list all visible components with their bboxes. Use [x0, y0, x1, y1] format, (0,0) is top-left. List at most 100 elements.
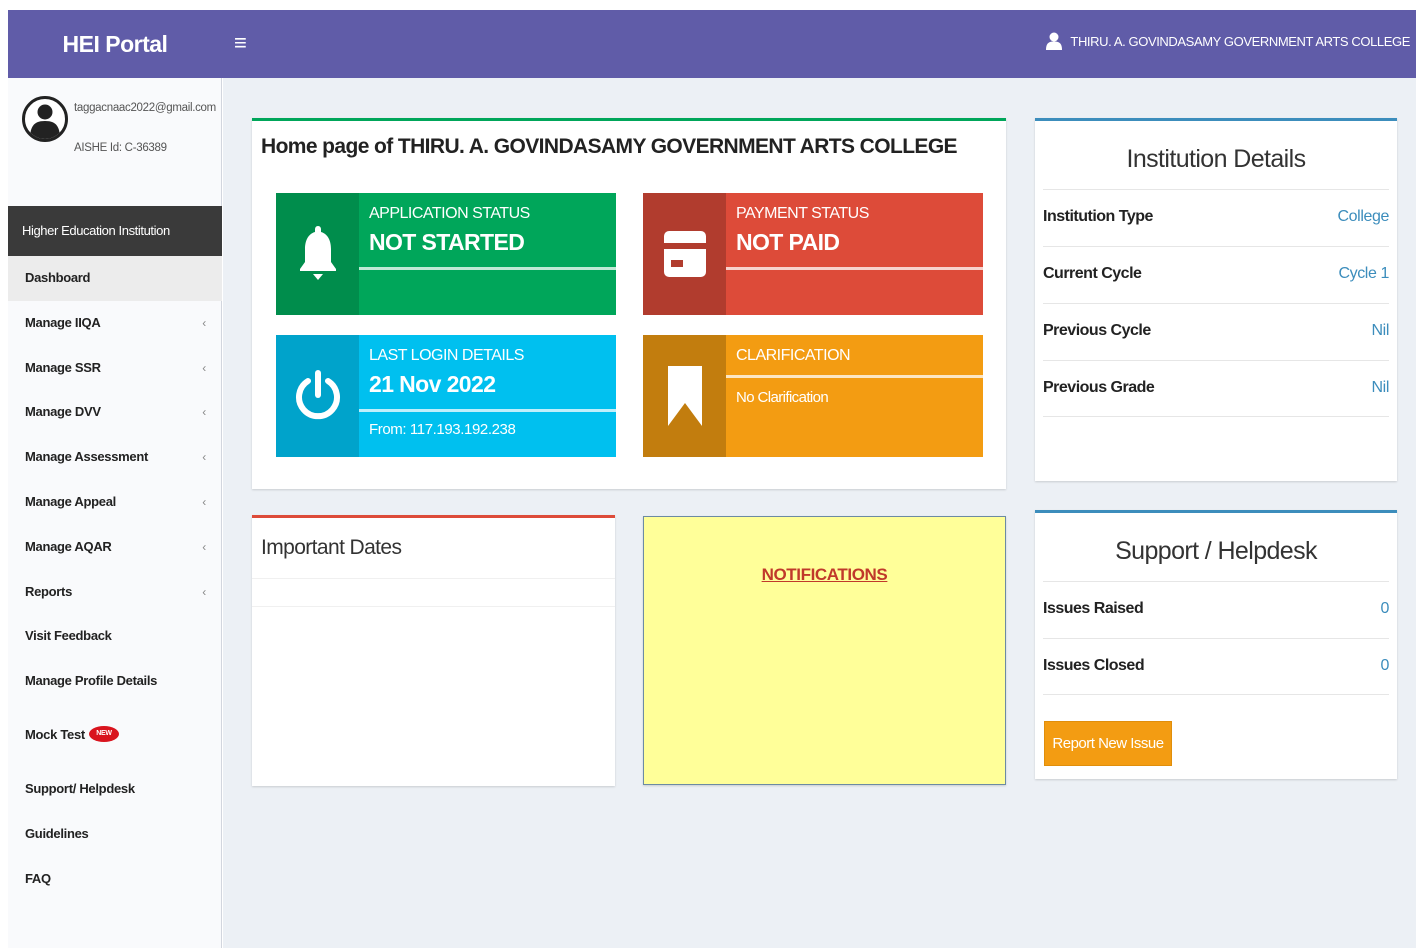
notifications-link[interactable]: NOTIFICATIONS: [644, 565, 1005, 585]
sidebar-item-mock-test[interactable]: Mock Test NEW: [8, 704, 222, 766]
sidebar-item-manage-appeal[interactable]: Manage Appeal ‹: [8, 480, 222, 525]
application-status-value: NOT STARTED: [369, 229, 525, 255]
user-panel: taggacnaac2022@gmail.com AISHE Id: C-363…: [8, 78, 222, 204]
detail-row: Current Cycle Cycle 1: [1043, 246, 1389, 303]
avatar: [22, 96, 68, 142]
detail-value: Nil: [1371, 322, 1390, 339]
home-panel: Home page of THIRU. A. GOVINDASAMY GOVER…: [252, 118, 1006, 489]
detail-value: Cycle 1: [1338, 265, 1389, 282]
chevron-left-icon: ‹: [202, 315, 206, 330]
user-menu[interactable]: THIRU. A. GOVINDASAMY GOVERNMENT ARTS CO…: [1046, 32, 1410, 50]
sidebar-item-dashboard[interactable]: Dashboard: [8, 256, 222, 301]
sidebar-section-header: Higher Education Institution: [8, 206, 222, 256]
progress-bar: [359, 267, 616, 270]
sidebar-item-faq[interactable]: FAQ: [8, 857, 222, 902]
detail-value: Nil: [1371, 379, 1390, 396]
sidebar-item-label: Manage Profile Details: [25, 673, 158, 689]
sidebar-menu: Dashboard Manage IIQA ‹ Manage SSR ‹ Manag…: [8, 256, 222, 902]
user-aishe-id: AISHE Id: C-36389: [74, 142, 167, 154]
sidebar-item-manage-dvv[interactable]: Manage DVV ‹: [8, 390, 222, 435]
support-helpdesk-title: Support / Helpdesk: [1115, 537, 1317, 565]
sidebar-item-manage-ssr[interactable]: Manage SSR ‹: [8, 346, 222, 391]
top-navbar: HEI Portal ≡ THIRU. A. GOVINDASAMY GOVER…: [8, 10, 1416, 78]
clarification-value: No Clarification: [736, 389, 829, 406]
user-email: taggacnaac2022@gmail.com: [74, 102, 216, 114]
sidebar-item-label: Mock Test: [25, 726, 85, 742]
detail-label: Issues Raised: [1043, 600, 1144, 617]
institution-details-title: Institution Details: [1126, 145, 1307, 173]
clarification-card: CLARIFICATION No Clarification: [643, 335, 983, 457]
last-login-ip: From: 117.193.192.238: [369, 421, 516, 438]
user-name: THIRU. A. GOVINDASAMY GOVERNMENT ARTS CO…: [1070, 33, 1410, 49]
detail-row: Previous Cycle Nil: [1043, 303, 1389, 360]
sidebar-item-visit-feedback[interactable]: Visit Feedback: [8, 614, 222, 659]
important-dates-panel: Important Dates: [252, 515, 615, 786]
last-login-label: LAST LOGIN DETAILS: [369, 347, 524, 364]
sidebar-item-manage-iiqa[interactable]: Manage IIQA ‹: [8, 301, 222, 346]
sidebar-item-label: FAQ: [25, 870, 51, 886]
bookmark-icon: [643, 335, 726, 457]
detail-row: Issues Raised 0: [1043, 581, 1389, 638]
last-login-card: LAST LOGIN DETAILS 21 Nov 2022 From: 117…: [276, 335, 616, 457]
sidebar: taggacnaac2022@gmail.com AISHE Id: C-363…: [8, 78, 222, 948]
sidebar-item-label: Manage Assessment: [25, 449, 149, 465]
progress-bar: [359, 409, 616, 412]
progress-bar: [726, 375, 983, 378]
chevron-left-icon: ‹: [202, 539, 206, 554]
chevron-left-icon: ‹: [202, 584, 206, 599]
sidebar-item-label: Guidelines: [25, 825, 89, 841]
sidebar-item-label: Manage DVV: [25, 404, 101, 420]
divider: [252, 578, 615, 579]
detail-label: Current Cycle: [1043, 265, 1142, 282]
sidebar-item-manage-aqar[interactable]: Manage AQAR ‹: [8, 525, 222, 570]
sidebar-toggle-button[interactable]: ≡: [234, 32, 247, 54]
power-icon: [276, 335, 359, 457]
new-badge: NEW: [88, 725, 119, 742]
sidebar-item-guidelines[interactable]: Guidelines: [8, 812, 222, 857]
sidebar-item-label: Manage IIQA: [25, 314, 101, 330]
payment-status-label: PAYMENT STATUS: [736, 205, 869, 222]
payment-status-card: PAYMENT STATUS NOT PAID: [643, 193, 983, 315]
credit-card-icon: [643, 193, 726, 315]
app-logo[interactable]: HEI Portal: [8, 10, 222, 78]
clarification-label: CLARIFICATION: [736, 347, 851, 364]
application-status-label: APPLICATION STATUS: [369, 205, 530, 222]
detail-row: Previous Grade Nil: [1043, 360, 1389, 417]
sidebar-item-label: Support/ Helpdesk: [25, 780, 135, 796]
application-status-card: APPLICATION STATUS NOT STARTED: [276, 193, 616, 315]
chevron-left-icon: ‹: [202, 450, 206, 465]
sidebar-item-reports[interactable]: Reports ‹: [8, 570, 222, 615]
sidebar-item-label: Visit Feedback: [25, 628, 112, 644]
sidebar-item-label: Reports: [25, 583, 73, 599]
detail-value: 0: [1380, 600, 1390, 617]
detail-label: Previous Grade: [1043, 379, 1155, 396]
progress-bar: [726, 267, 983, 270]
detail-label: Previous Cycle: [1043, 322, 1151, 339]
notifications-panel: NOTIFICATIONS: [643, 516, 1006, 785]
user-avatar-icon: [30, 104, 60, 139]
chevron-left-icon: ‹: [202, 494, 206, 509]
chevron-left-icon: ‹: [202, 360, 206, 375]
sidebar-item-label: Manage Appeal: [25, 493, 116, 509]
sidebar-item-label: Manage AQAR: [25, 538, 112, 554]
detail-value: 0: [1380, 657, 1390, 674]
main-content: Home page of THIRU. A. GOVINDASAMY GOVER…: [223, 78, 1416, 948]
detail-row: Issues Closed 0: [1043, 638, 1389, 695]
sidebar-item-label: Manage SSR: [25, 359, 101, 375]
detail-label: Institution Type: [1043, 208, 1153, 225]
sidebar-item-manage-assessment[interactable]: Manage Assessment ‹: [8, 435, 222, 480]
sidebar-item-support-helpdesk[interactable]: Support/ Helpdesk: [8, 766, 222, 812]
important-dates-title: Important Dates: [261, 536, 402, 559]
sidebar-item-manage-profile-details[interactable]: Manage Profile Details: [8, 659, 222, 704]
detail-row: Institution Type College: [1043, 189, 1389, 246]
last-login-date: 21 Nov 2022: [369, 371, 496, 397]
chevron-left-icon: ‹: [202, 405, 206, 420]
support-helpdesk-panel: Support / Helpdesk Issues Raised 0 Issue…: [1035, 510, 1397, 779]
report-new-issue-button[interactable]: Report New Issue: [1044, 721, 1172, 766]
detail-value: College: [1337, 208, 1390, 225]
divider: [252, 606, 615, 607]
user-icon: [1046, 32, 1063, 50]
sidebar-item-label: Dashboard: [25, 270, 91, 285]
detail-label: Issues Closed: [1043, 657, 1145, 674]
bell-icon: [276, 193, 359, 315]
